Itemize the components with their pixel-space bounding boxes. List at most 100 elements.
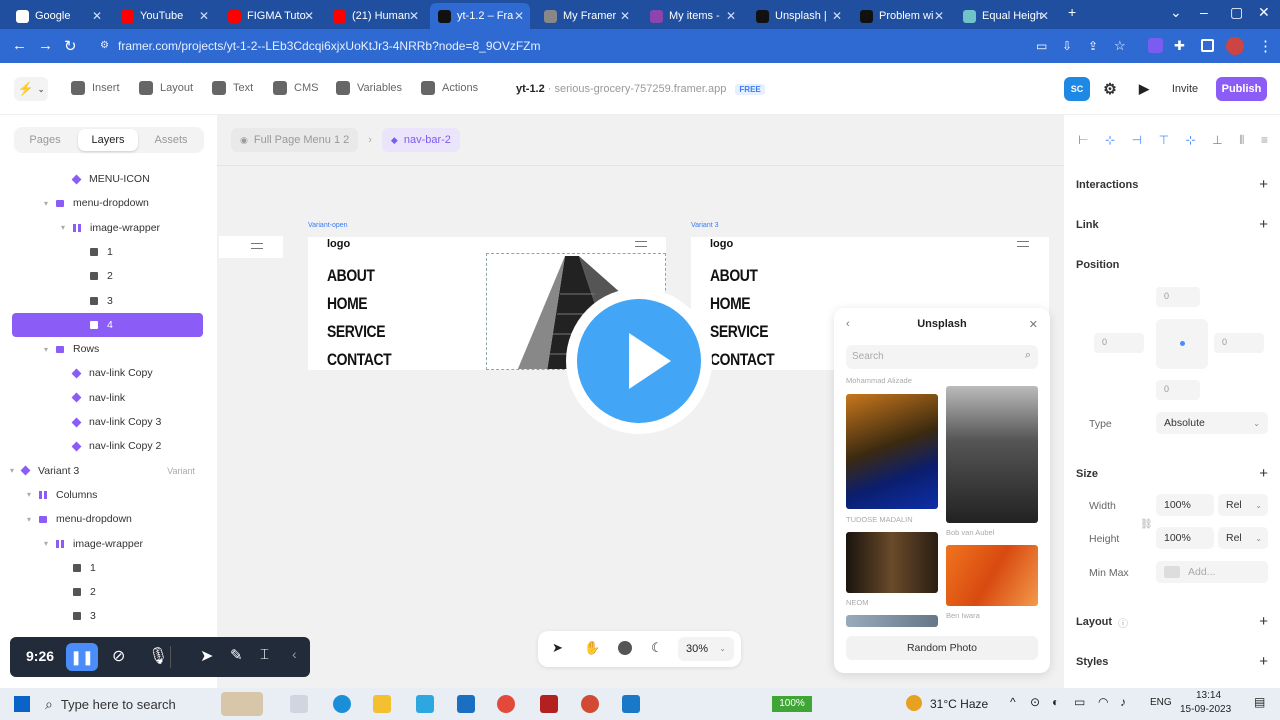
close-tab-icon[interactable]: ✕ <box>620 9 630 23</box>
close-tab-icon[interactable]: ✕ <box>92 9 102 23</box>
close-tab-icon[interactable]: ✕ <box>934 9 944 23</box>
close-tab-icon[interactable]: ✕ <box>409 9 419 23</box>
insert-button[interactable]: Insert <box>71 81 120 95</box>
add-interaction-icon[interactable]: + <box>1259 176 1268 193</box>
width-unit-select[interactable]: Rel ⌄ <box>1218 494 1268 516</box>
random-photo-button[interactable]: Random Photo <box>846 636 1038 660</box>
mic-off-icon[interactable]: 🎙 <box>148 646 168 666</box>
puzzle-icon[interactable]: ✚ <box>1174 38 1185 54</box>
search-input[interactable]: Search ⌕ <box>846 345 1038 369</box>
close-icon[interactable]: ✕ <box>1029 318 1038 331</box>
tray-chevron-icon[interactable]: ^ <box>1010 695 1016 709</box>
height-unit-select[interactable]: Rel ⌄ <box>1218 527 1268 549</box>
unsplash-photo[interactable] <box>946 545 1038 606</box>
back-icon[interactable]: ← <box>12 37 27 54</box>
layer-item[interactable]: 2 <box>12 580 203 604</box>
layer-item[interactable]: 1 <box>12 240 203 264</box>
wifi-icon[interactable]: ◠ <box>1098 695 1108 709</box>
width-input[interactable]: 100% <box>1156 494 1214 516</box>
language-indicator[interactable]: ENG <box>1150 697 1172 708</box>
reload-icon[interactable]: ↻ <box>64 37 77 55</box>
preview-play-icon[interactable]: ▶ <box>1134 77 1154 101</box>
bookmark-star-icon[interactable]: ☆ <box>1114 38 1126 54</box>
profile-avatar[interactable] <box>1226 37 1244 55</box>
browser-tab[interactable]: (21) Human ✕ <box>325 3 425 29</box>
position-right-input[interactable]: 0 <box>1214 333 1264 353</box>
battery-indicator[interactable]: 100% <box>772 696 812 712</box>
add-link-icon[interactable]: + <box>1259 216 1268 233</box>
highlighter-icon[interactable]: ⌶ <box>260 646 269 663</box>
tray-app-icon[interactable]: ◐ <box>1052 695 1059 709</box>
unsplash-photo[interactable] <box>846 615 938 627</box>
tab-pages[interactable]: Pages <box>14 127 76 153</box>
maximize-icon[interactable]: ▢ <box>1230 4 1243 21</box>
chrome-profile-icon[interactable] <box>581 695 599 713</box>
variant-label[interactable]: Variant 3 <box>691 222 719 229</box>
layer-item[interactable]: nav-link Copy <box>12 361 203 385</box>
browser-tab[interactable]: yt-1.2 – Fra ✕ <box>430 3 530 29</box>
chrome-icon[interactable] <box>497 695 515 713</box>
close-tab-icon[interactable]: ✕ <box>514 9 524 23</box>
text-button[interactable]: Text <box>212 81 253 95</box>
layer-item[interactable]: nav-link Copy 3 <box>12 410 203 434</box>
position-type-select[interactable]: Absolute ⌄ <box>1156 412 1268 434</box>
more-menu-icon[interactable]: ⋮ <box>1258 37 1273 55</box>
windows-start-icon[interactable] <box>14 696 30 712</box>
browser-tab[interactable]: Problem wi ✕ <box>852 3 950 29</box>
battery-icon[interactable]: ▭ <box>1074 695 1085 709</box>
clock-time[interactable]: 13:14 <box>1196 690 1221 701</box>
height-input[interactable]: 100% <box>1156 527 1214 549</box>
desktop-app-icon[interactable] <box>622 695 640 713</box>
collapse-icon[interactable]: ⌄ <box>1170 4 1182 21</box>
volume-icon[interactable]: ♪ <box>1120 695 1126 709</box>
layer-item[interactable]: ▾ image-wrapper <box>12 532 203 556</box>
unsplash-photo[interactable] <box>846 394 938 509</box>
select-tool-icon[interactable]: ➤ <box>552 640 563 656</box>
close-tab-icon[interactable]: ✕ <box>1039 9 1049 23</box>
layer-item[interactable]: ▾ Columns <box>12 483 203 507</box>
layer-item[interactable]: ▾ menu-dropdown <box>12 191 203 215</box>
file-explorer-icon[interactable] <box>373 695 391 713</box>
align-left-icon[interactable]: ⊢ <box>1078 133 1088 147</box>
weather-text[interactable]: 31°C Haze <box>930 697 988 711</box>
extension-icon[interactable] <box>1148 38 1163 53</box>
layer-item[interactable]: ▾ Rows <box>12 337 203 361</box>
cursor-icon[interactable]: ➤ <box>200 646 213 666</box>
mail-icon[interactable] <box>457 695 475 713</box>
align-right-icon[interactable]: ⊣ <box>1132 133 1142 147</box>
align-bottom-icon[interactable]: ⊥ <box>1212 133 1222 147</box>
layer-item[interactable]: 3 <box>12 289 203 313</box>
distribute-vertical-icon[interactable]: ≡ <box>1261 133 1268 147</box>
add-size-icon[interactable]: + <box>1259 465 1268 482</box>
tab-layers[interactable]: Layers <box>78 129 138 151</box>
zoom-select[interactable]: 30% ⌄ <box>678 637 734 661</box>
sidepanel-icon[interactable] <box>1201 39 1214 52</box>
layout-button[interactable]: Layout <box>139 81 193 95</box>
layer-item[interactable]: 2 <box>12 264 203 288</box>
expand-caret-icon[interactable]: ▾ <box>44 539 48 548</box>
section-link[interactable]: Link <box>1076 219 1099 231</box>
expand-caret-icon[interactable]: ▾ <box>44 345 48 354</box>
close-tab-icon[interactable]: ✕ <box>726 9 736 23</box>
breadcrumb-current[interactable]: ◆ nav-bar-2 <box>381 128 460 152</box>
pen-icon[interactable]: ✎ <box>230 646 243 664</box>
info-icon[interactable]: ⓘ <box>1118 615 1128 630</box>
share-icon[interactable]: ⇪ <box>1088 39 1098 53</box>
align-top-icon[interactable]: ⊤ <box>1159 133 1169 147</box>
unsplash-photo[interactable] <box>846 532 938 593</box>
add-layout-icon[interactable]: + <box>1259 613 1268 630</box>
cms-button[interactable]: CMS <box>273 81 318 95</box>
url-input[interactable]: ⚙ framer.com/projects/yt-1-2--LEb3Cdcqi6… <box>98 35 1028 57</box>
comment-icon[interactable] <box>618 641 632 655</box>
layer-item[interactable]: 3 <box>12 604 203 628</box>
layer-item[interactable]: 4 <box>12 312 203 337</box>
minimize-icon[interactable]: – <box>1200 4 1208 20</box>
align-center-icon[interactable]: ⊹ <box>1105 133 1115 147</box>
edge-icon[interactable] <box>333 695 351 713</box>
align-middle-icon[interactable]: ⊹ <box>1186 133 1196 147</box>
close-tab-icon[interactable]: ✕ <box>832 9 842 23</box>
layer-item[interactable]: nav-link <box>12 386 203 410</box>
tray-record-icon[interactable]: ⊙ <box>1030 695 1040 709</box>
framer-logo-menu[interactable]: ⚡ ⌄ <box>14 77 48 101</box>
clock-date[interactable]: 15-09-2023 <box>1180 704 1231 715</box>
